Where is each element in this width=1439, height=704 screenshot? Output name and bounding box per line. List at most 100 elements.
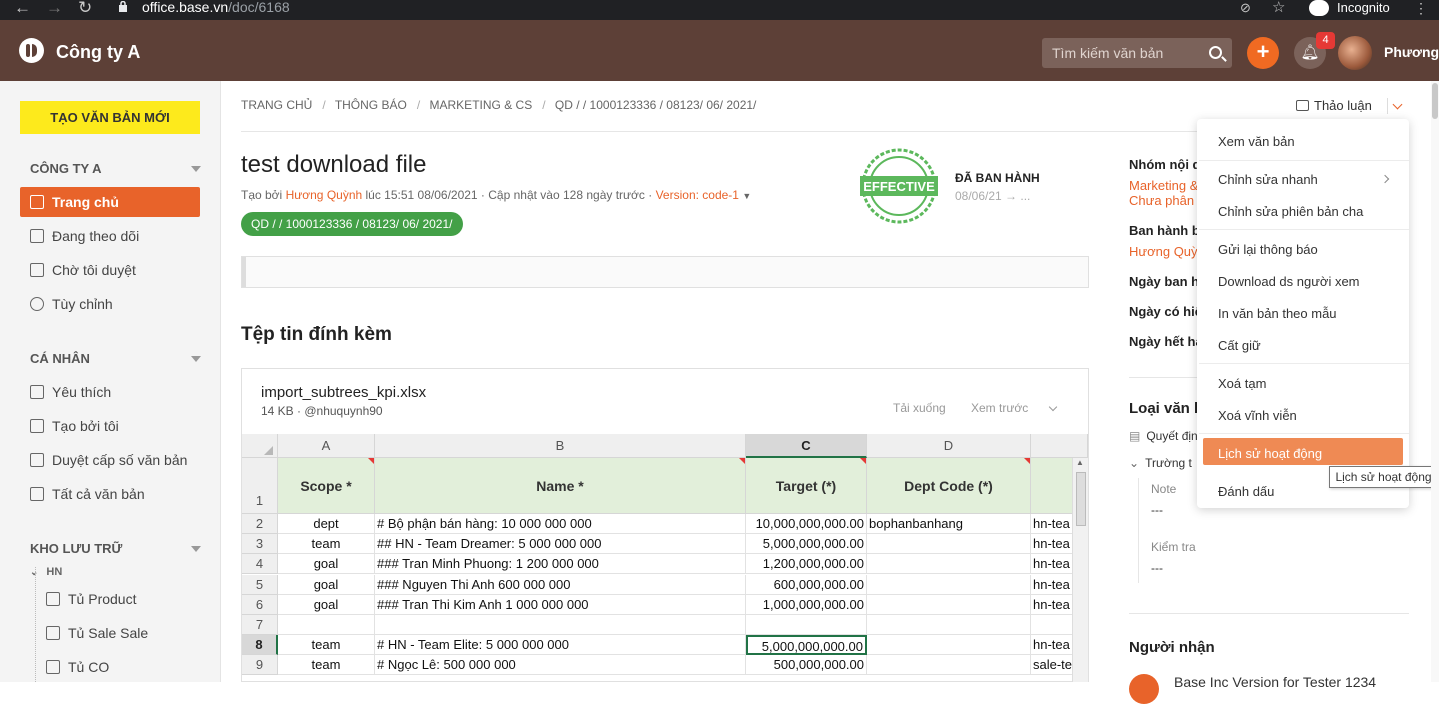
table-cell[interactable]: 500,000,000.00 [746, 655, 867, 676]
row-header[interactable]: 5 [242, 574, 278, 595]
table-cell[interactable]: # Bộ phận bán hàng: 10 000 000 000 [375, 514, 746, 534]
table-cell[interactable]: goal [278, 554, 375, 575]
row-header[interactable]: 2 [242, 514, 278, 534]
sidebar-item-tu-product[interactable]: Tủ Product [46, 589, 136, 609]
menu-item-delete-permanently[interactable]: Xoá vĩnh viễn [1218, 408, 1297, 423]
menu-item-activity-history[interactable]: Lịch sử hoạt động [1218, 446, 1322, 461]
column-header-c[interactable]: C [746, 434, 867, 458]
column-header-a[interactable]: A [278, 434, 375, 458]
header-cell-dept-code[interactable]: Dept Code (*) [867, 458, 1031, 514]
caret-down-icon[interactable]: ▼ [742, 191, 751, 201]
spreadsheet-preview[interactable]: A B C D 1 Scope * Name * Target (*) Dept… [242, 434, 1088, 682]
sidebar-item-following[interactable]: Đang theo dõi [30, 226, 139, 246]
row-header[interactable]: 3 [242, 534, 278, 555]
table-cell[interactable] [746, 615, 867, 635]
table-cell[interactable]: 1,200,000,000.00 [746, 554, 867, 575]
row-header[interactable]: 8 [242, 635, 278, 656]
column-header-e[interactable] [1031, 434, 1088, 458]
add-button[interactable]: + [1247, 37, 1279, 69]
content-group-value-2[interactable]: Chưa phân l [1129, 193, 1201, 208]
scroll-thumb[interactable] [1076, 472, 1086, 526]
table-cell[interactable]: ### Tran Minh Phuong: 1 200 000 000 [375, 554, 746, 575]
table-cell[interactable]: goal [278, 574, 375, 595]
column-header-d[interactable]: D [867, 434, 1031, 458]
forward-icon[interactable]: → [46, 0, 63, 16]
table-cell[interactable] [867, 554, 1031, 575]
attachment-filename[interactable]: import_subtrees_kpi.xlsx [261, 384, 426, 401]
row-header[interactable]: 4 [242, 554, 278, 575]
address-bar[interactable]: office.base.vn/doc/6168 [142, 0, 290, 15]
doc-type-item[interactable]: ▤ Quyết địn [1129, 429, 1198, 443]
sidebar-item-approve-number[interactable]: Duyệt cấp số văn bản [30, 450, 187, 470]
table-cell[interactable] [278, 615, 375, 635]
table-cell[interactable] [867, 534, 1031, 555]
section-storage[interactable]: KHO LƯU TRỮ [30, 541, 201, 556]
table-cell[interactable]: team [278, 635, 375, 656]
back-icon[interactable]: ← [14, 0, 31, 16]
sidebar-item-custom[interactable]: Tùy chỉnh [30, 294, 113, 314]
author-link[interactable]: Hương Quỳnh [286, 188, 363, 202]
download-button[interactable]: Tải xuống [893, 401, 946, 415]
more-actions-chevron-icon[interactable] [1387, 98, 1403, 114]
version-select[interactable]: Version: code-1 [656, 188, 739, 202]
caret-down-icon[interactable] [191, 546, 201, 552]
sidebar-item-home[interactable]: Trang chủ [30, 192, 119, 212]
row-header[interactable]: 9 [242, 655, 278, 676]
menu-item-soft-delete[interactable]: Xoá tạm [1218, 376, 1266, 391]
column-header-b[interactable]: B [375, 434, 746, 458]
menu-item-download-viewers[interactable]: Download ds người xem [1218, 274, 1360, 289]
table-cell[interactable]: team [278, 534, 375, 555]
menu-item-bookmark[interactable]: Đánh dấu [1218, 484, 1274, 499]
table-cell[interactable]: team [278, 655, 375, 676]
table-cell[interactable] [867, 655, 1031, 676]
table-cell[interactable] [867, 615, 1031, 635]
table-cell[interactable]: # Ngọc Lê: 500 000 000 [375, 655, 746, 676]
issued-by-value[interactable]: Hương Quỳn [1129, 244, 1205, 259]
header-cell-target[interactable]: Target (*) [746, 458, 867, 514]
menu-item-resend-notice[interactable]: Gửi lại thông báo [1218, 242, 1318, 257]
header-cell-scope[interactable]: Scope * [278, 458, 375, 514]
table-cell[interactable] [867, 594, 1031, 615]
incognito-badge[interactable]: Incognito [1309, 0, 1390, 16]
reload-icon[interactable]: ↻ [78, 0, 92, 16]
menu-item-quick-edit[interactable]: Chỉnh sửa nhanh [1218, 172, 1318, 187]
scroll-thumb[interactable] [1432, 83, 1438, 119]
sidebar-item-created-by-me[interactable]: Tạo bởi tôi [30, 416, 119, 436]
table-cell[interactable]: # HN - Team Elite: 5 000 000 000 [375, 635, 746, 656]
caret-down-icon[interactable] [191, 356, 201, 362]
recipient-name[interactable]: Base Inc Version for Tester 1234 [1174, 674, 1376, 690]
sidebar-item-tu-co[interactable]: Tủ CO [46, 657, 109, 677]
breadcrumb-home[interactable]: TRANG CHỦ [241, 98, 312, 112]
table-cell[interactable] [867, 574, 1031, 595]
row-header[interactable]: 1 [242, 458, 278, 514]
row-header[interactable]: 7 [242, 615, 278, 635]
breadcrumb-marketing[interactable]: MARKETING & CS [430, 98, 533, 112]
scroll-up-icon[interactable]: ▲ [1076, 458, 1084, 467]
search-icon[interactable] [1209, 46, 1222, 59]
breadcrumb-notice[interactable]: THÔNG BÁO [335, 98, 407, 112]
breadcrumb-doc[interactable]: QD / / 1000123336 / 08123/ 06/ 2021/ [555, 98, 757, 112]
table-cell[interactable]: 600,000,000.00 [746, 574, 867, 595]
header-cell-name[interactable]: Name * [375, 458, 746, 514]
table-cell[interactable] [375, 615, 746, 635]
menu-item-view[interactable]: Xem văn bản [1218, 134, 1295, 149]
table-cell[interactable] [867, 635, 1031, 656]
sidebar-item-all-documents[interactable]: Tất cả văn bản [30, 484, 145, 504]
table-cell[interactable]: bophanbanhang [867, 514, 1031, 534]
table-cell[interactable]: ### Nguyen Thi Anh 600 000 000 [375, 574, 746, 595]
sidebar-item-favorites[interactable]: Yêu thích [30, 382, 111, 402]
discuss-button[interactable]: Thảo luận [1296, 98, 1372, 113]
menu-dots-icon[interactable]: ⋮ [1414, 0, 1428, 16]
preview-button[interactable]: Xem trước [971, 401, 1028, 415]
table-cell[interactable]: 10,000,000,000.00 [746, 514, 867, 534]
new-document-button[interactable]: TẠO VĂN BẢN MỚI [20, 101, 200, 134]
section-company[interactable]: CÔNG TY A [30, 161, 201, 176]
content-group-value[interactable]: Marketing & [1129, 178, 1198, 193]
caret-down-icon[interactable] [191, 166, 201, 172]
search-input[interactable]: Tìm kiếm văn bản [1042, 38, 1232, 68]
menu-item-archive[interactable]: Cất giữ [1218, 338, 1261, 353]
corner-cell[interactable] [242, 434, 278, 458]
sheet-scrollbar[interactable]: ▲ [1072, 458, 1088, 682]
menu-item-print-template[interactable]: In văn bản theo mẫu [1218, 306, 1337, 321]
star-icon[interactable]: ☆ [1272, 0, 1285, 16]
